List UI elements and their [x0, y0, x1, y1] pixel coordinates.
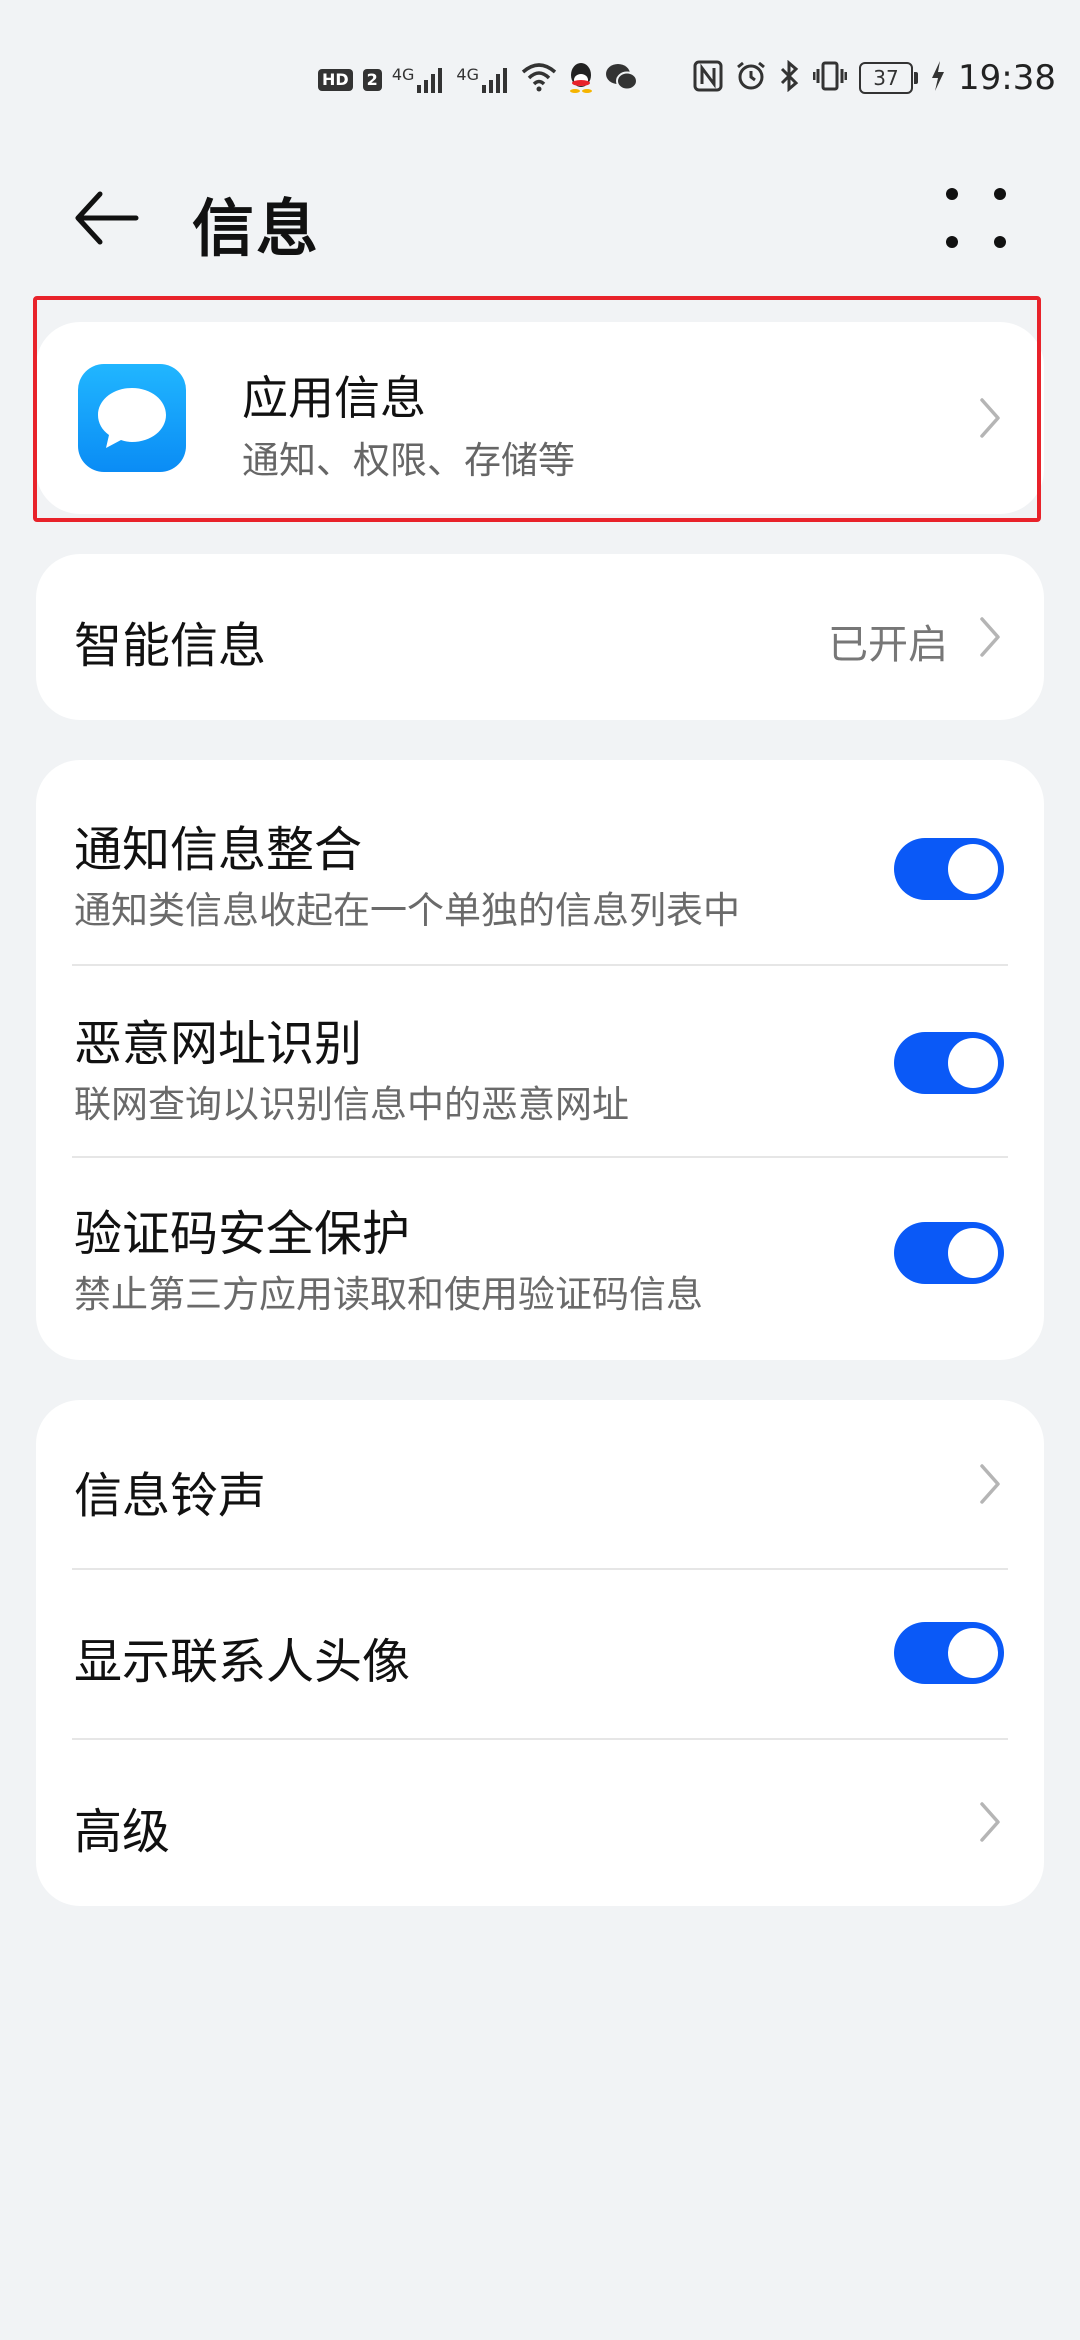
malicious-url-description: 联网查询以识别信息中的恶意网址 [74, 1083, 629, 1126]
malicious-url-item[interactable]: 恶意网址识别 联网查询以识别信息中的恶意网址 [36, 966, 1044, 1158]
chevron-right-icon [980, 1802, 1000, 1842]
chevron-right-icon [980, 398, 1000, 438]
notification-merge-item[interactable]: 通知信息整合 通知类信息收起在一个单独的信息列表中 [36, 760, 1044, 964]
top-app-bar: 信息 [0, 150, 1080, 280]
battery-level: 37 [859, 62, 914, 94]
notification-merge-description: 通知类信息收起在一个单独的信息列表中 [74, 889, 740, 932]
hd-icon: HD [318, 69, 353, 91]
verification-code-item[interactable]: 验证码安全保护 禁止第三方应用读取和使用验证码信息 [36, 1158, 1044, 1360]
malicious-url-toggle[interactable] [894, 1032, 1004, 1094]
status-time: 19:38 [958, 58, 1056, 98]
page-title: 信息 [192, 192, 321, 265]
ringtone-label: 信息铃声 [74, 1468, 267, 1524]
verification-code-toggle[interactable] [894, 1222, 1004, 1284]
battery-icon: 37 [859, 62, 919, 94]
contact-avatar-toggle[interactable] [894, 1622, 1004, 1684]
sim-2-icon: 2 [362, 69, 382, 91]
qq-icon [567, 61, 595, 99]
network-type-label: 4G [456, 65, 479, 84]
more-options-button[interactable] [938, 180, 1014, 256]
chat-bubble-icon [98, 388, 166, 448]
messages-app-icon [78, 364, 186, 472]
app-info-label: 应用信息 [242, 371, 426, 425]
verification-code-label: 验证码安全保护 [74, 1206, 411, 1262]
signal-4g-icon: 4G [456, 65, 511, 95]
network-type-label: 4G [391, 65, 415, 84]
smart-info-label: 智能信息 [74, 618, 267, 674]
advanced-label: 高级 [74, 1804, 171, 1860]
chevron-right-icon [980, 1464, 1000, 1504]
back-button[interactable] [70, 180, 146, 256]
app-info-description: 通知、权限、存储等 [242, 439, 575, 482]
status-bar: HD 2 4G 4G 37 19:38 [0, 0, 1080, 150]
chevron-right-icon [980, 617, 1000, 657]
charging-icon [930, 60, 946, 96]
malicious-url-label: 恶意网址识别 [74, 1016, 363, 1072]
message-settings-card: 通知信息整合 通知类信息收起在一个单独的信息列表中 恶意网址识别 联网查询以识别… [36, 760, 1044, 1360]
back-arrow-icon [75, 191, 139, 245]
contact-avatar-label: 显示联系人头像 [74, 1634, 411, 1690]
advanced-item[interactable]: 高级 [36, 1740, 1044, 1906]
status-icons-left: HD 2 4G 4G [318, 58, 639, 102]
ringtone-item[interactable]: 信息铃声 [36, 1400, 1044, 1568]
bluetooth-icon [779, 59, 801, 96]
contact-avatar-item[interactable]: 显示联系人头像 [36, 1570, 1044, 1738]
alarm-icon [735, 60, 767, 96]
app-info-item[interactable]: 应用信息 通知、权限、存储等 [36, 322, 1044, 514]
signal-4g-icon: 4G [392, 65, 447, 95]
misc-settings-card: 信息铃声 显示联系人头像 高级 [36, 1400, 1044, 1906]
wechat-icon [605, 62, 639, 98]
wifi-icon [521, 62, 557, 98]
status-icons-right: 37 19:38 [693, 50, 1056, 106]
smart-info-item[interactable]: 智能信息 已开启 [36, 554, 1044, 720]
nfc-icon [693, 60, 723, 96]
more-vertical-icon [946, 188, 1006, 248]
notification-merge-label: 通知信息整合 [74, 822, 363, 878]
verification-code-description: 禁止第三方应用读取和使用验证码信息 [74, 1273, 703, 1316]
vibrate-icon [812, 60, 848, 96]
smart-info-status: 已开启 [828, 622, 948, 668]
notification-merge-toggle[interactable] [894, 838, 1004, 900]
